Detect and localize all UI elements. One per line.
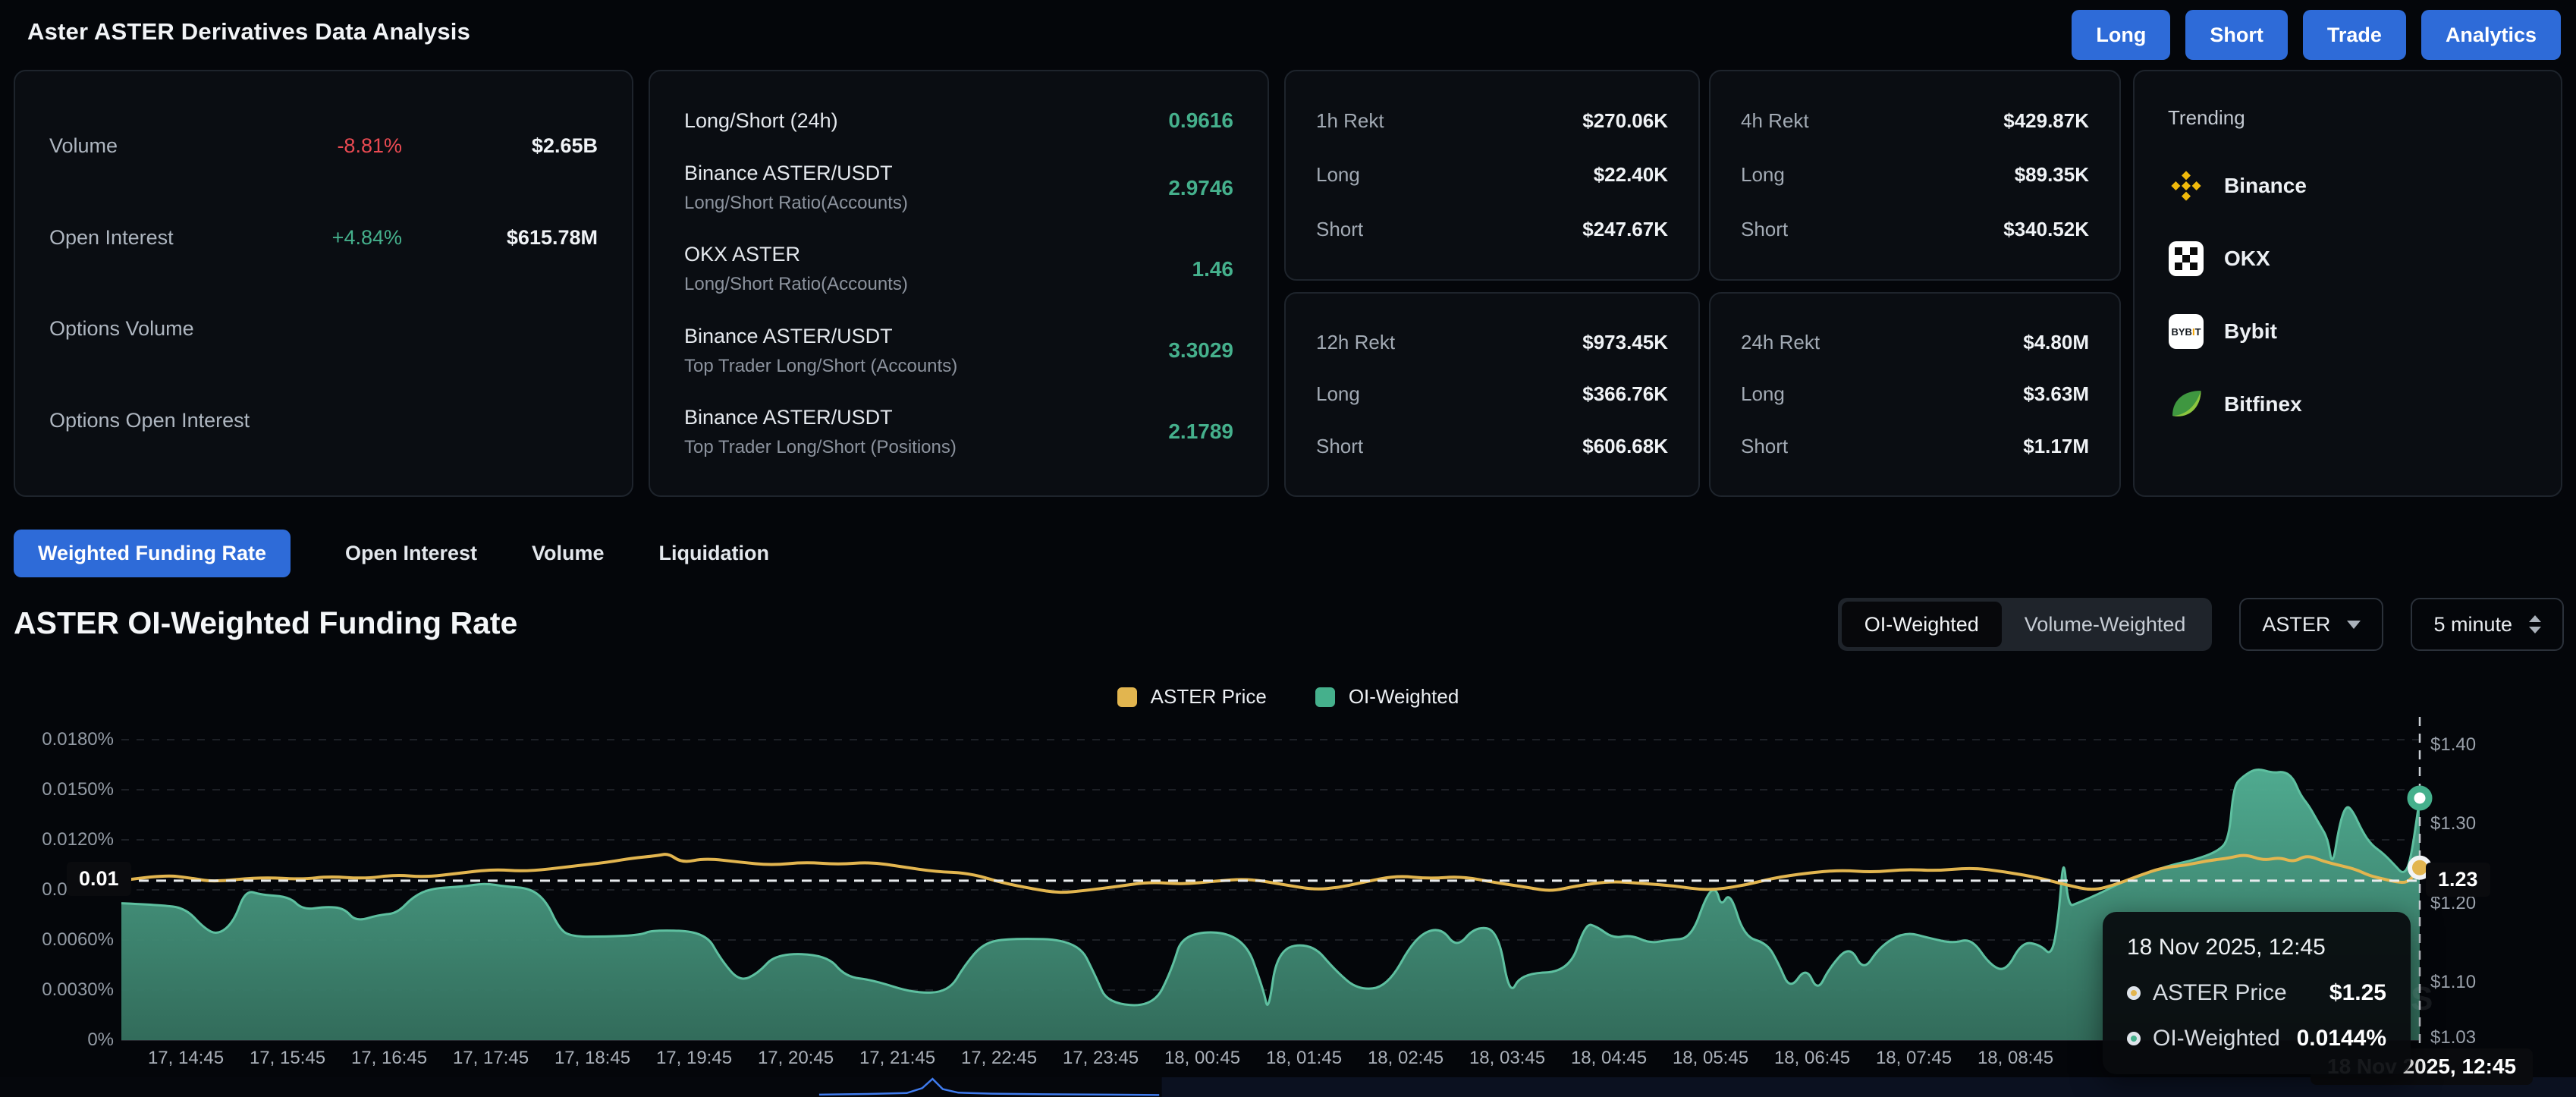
left-axis-tick: 0.0060% (0, 929, 114, 951)
tooltip-series-name: ASTER Price (2153, 980, 2329, 1006)
left-axis-tick: 0% (0, 1029, 114, 1051)
tooltip-series-dot (2127, 986, 2141, 1000)
tooltip-series-value: $1.25 (2329, 980, 2386, 1006)
crosshair-right-value: 1.23 (2426, 863, 2490, 897)
left-axis-tick: 0.0120% (0, 828, 114, 851)
tooltip-series-dot (2127, 1032, 2141, 1045)
watermark-fragment: S (2411, 980, 2433, 1018)
crosshair-left-value: 0.01 (67, 862, 131, 896)
right-axis-tick: $1.30 (2430, 813, 2544, 835)
right-axis-tick: $1.03 (2430, 1026, 2544, 1049)
tooltip-row: ASTER Price$1.25 (2127, 980, 2386, 1006)
right-axis-tick: $1.10 (2430, 971, 2544, 994)
chart-tooltip: 18 Nov 2025, 12:45 ASTER Price$1.25 OI-We… (2103, 912, 2411, 1074)
tooltip-series-name: OI-Weighted (2153, 1026, 2297, 1051)
tooltip-rows: ASTER Price$1.25 OI-Weighted0.0144% (2127, 980, 2386, 1051)
tooltip-row: OI-Weighted0.0144% (2127, 1026, 2386, 1051)
x-axis-tick: 18, 08:45 (1955, 1048, 2076, 1069)
tooltip-title: 18 Nov 2025, 12:45 (2127, 935, 2386, 960)
left-axis-tick: 0.0150% (0, 778, 114, 801)
right-axis-tick: $1.40 (2430, 734, 2544, 756)
tooltip-series-value: 0.0144% (2297, 1026, 2386, 1051)
left-axis-tick: 0.0030% (0, 979, 114, 1001)
left-axis-tick: 0.0180% (0, 728, 114, 751)
